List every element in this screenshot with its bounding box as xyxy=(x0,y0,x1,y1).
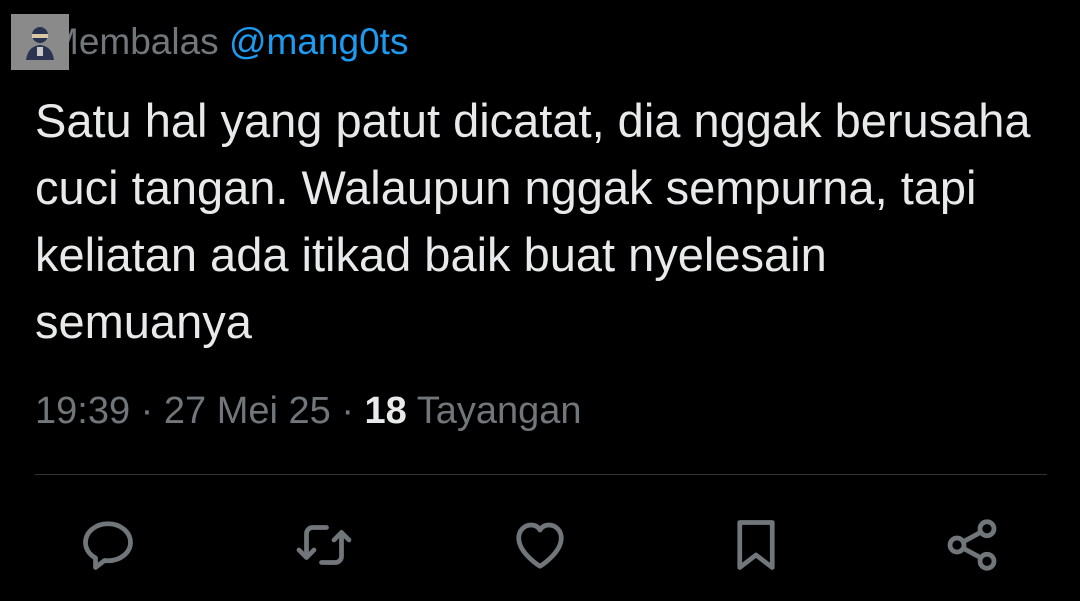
reply-button[interactable] xyxy=(73,510,143,580)
tweet-date[interactable]: 27 Mei 25 xyxy=(164,390,331,432)
tweet-time[interactable]: 19:39 xyxy=(35,390,130,432)
bookmark-icon xyxy=(737,520,775,570)
reply-icon xyxy=(83,521,133,570)
share-icon xyxy=(947,519,997,571)
avatar-icon xyxy=(26,27,54,60)
share-button[interactable] xyxy=(937,510,1007,580)
like-button[interactable] xyxy=(505,510,575,580)
heart-icon xyxy=(516,522,564,569)
retweet-button[interactable] xyxy=(289,510,359,580)
reply-handle-link[interactable]: @mang0ts xyxy=(229,21,408,62)
bookmark-button[interactable] xyxy=(721,510,791,580)
action-bar xyxy=(0,510,1080,580)
views-label[interactable]: Tayangan xyxy=(407,390,582,432)
reply-prefix: Membalas xyxy=(48,21,219,62)
divider xyxy=(35,474,1047,475)
tweet-meta: 19:39 · 27 Mei 25 · 18 Tayangan xyxy=(35,390,582,433)
tweet-text: Satu hal yang patut dicatat, dia nggak b… xyxy=(35,94,1031,348)
avatar[interactable] xyxy=(11,14,69,70)
meta-separator: · xyxy=(330,390,365,432)
retweet-icon xyxy=(296,525,352,565)
views-count[interactable]: 18 xyxy=(365,390,407,432)
meta-separator: · xyxy=(130,390,164,432)
